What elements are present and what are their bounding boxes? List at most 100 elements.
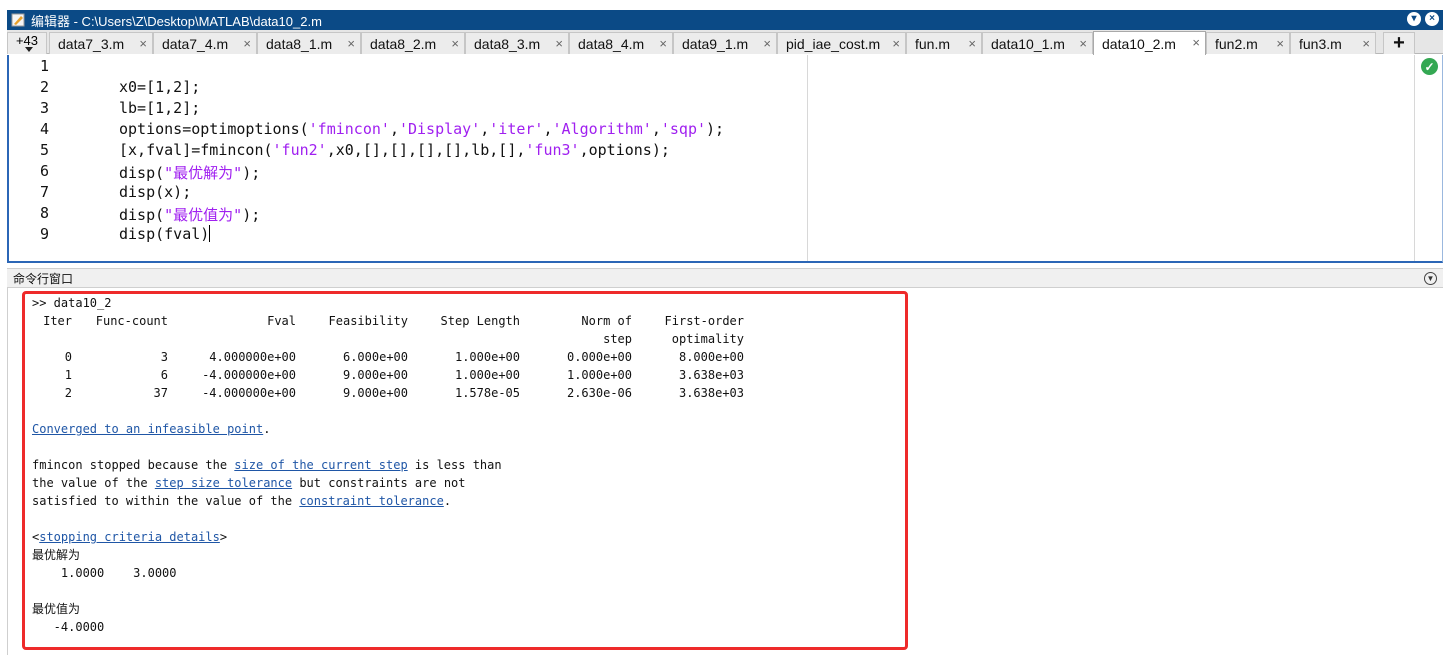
close-tab-icon[interactable]: ×	[451, 36, 459, 51]
code-line: disp("最优解为");	[119, 162, 260, 183]
tab-label: data7_4.m	[162, 35, 229, 52]
code-token: x0=[1,2];	[119, 78, 201, 96]
close-tab-icon[interactable]: ×	[892, 36, 900, 51]
code-token: ,x0,[],[],[],[],lb,[],	[326, 141, 526, 159]
code-line: x0=[1,2];	[119, 78, 200, 96]
code-line: disp(fval)	[119, 225, 211, 243]
chevron-down-icon	[25, 47, 33, 52]
code-token: ,	[543, 120, 553, 138]
tab-data8-4-m[interactable]: data8_4.m ×	[569, 32, 673, 54]
tab-label: data8_3.m	[474, 35, 541, 52]
line-number: 8	[39, 204, 49, 222]
string-literal: 'sqp'	[660, 120, 707, 138]
tab-label: pid_iae_cost.m	[786, 35, 881, 52]
highlight-box	[22, 291, 908, 650]
close-tab-icon[interactable]: ×	[243, 36, 251, 51]
close-tab-icon[interactable]: ×	[555, 36, 563, 51]
close-tab-icon[interactable]: ×	[139, 36, 147, 51]
tab-label: fun.m	[915, 35, 951, 52]
line-number-gutter: 1 2 3 4 5 6 7 8 9	[9, 55, 59, 261]
text-cursor	[209, 225, 211, 242]
tab-data10-2-m[interactable]: data10_2.m ×	[1093, 31, 1206, 55]
line-number: 5	[39, 141, 49, 159]
code-line: options=optimoptions('fmincon','Display'…	[119, 120, 724, 138]
code-token: lb=[1,2];	[119, 99, 201, 117]
tab-label: data7_3.m	[58, 35, 125, 52]
tab-data10-1-m[interactable]: data10_1.m ×	[982, 32, 1093, 54]
command-window-title: 命令行窗口	[13, 271, 74, 286]
code-token: ,options);	[579, 141, 670, 159]
code-editor[interactable]: 1 2 3 4 5 6 7 8 9 ✓ x0=[1,2]; lb=[1,2]; options=op…	[7, 55, 1443, 263]
code-token: disp(fval)	[119, 225, 210, 243]
tab-label: fun3.m	[1299, 35, 1342, 52]
string-literal: "最优解为"	[164, 164, 243, 182]
tab-label: data10_1.m	[991, 35, 1065, 52]
more-tabs-button[interactable]: +43	[7, 32, 47, 54]
tab-data8-1-m[interactable]: data8_1.m ×	[257, 32, 361, 54]
code-line: lb=[1,2];	[119, 99, 200, 117]
code-token: );	[242, 164, 261, 182]
string-literal: 'Algorithm'	[552, 120, 652, 138]
file-tab-strip: +43 + data7_3.m × data7_4.m × data8_1.m × data…	[7, 30, 1443, 55]
tab-fun3-m[interactable]: fun3.m ×	[1290, 32, 1376, 54]
tab-label: data10_2.m	[1102, 35, 1176, 52]
line-number: 2	[39, 78, 49, 96]
tab-fun-m[interactable]: fun.m ×	[906, 32, 982, 54]
code-token: ,	[480, 120, 490, 138]
string-literal: 'iter'	[489, 120, 544, 138]
editor-actions-icon[interactable]: ▾	[1407, 12, 1421, 26]
code-token: );	[242, 206, 261, 224]
close-tab-icon[interactable]: ×	[1276, 36, 1284, 51]
tab-label: fun2.m	[1215, 35, 1258, 52]
more-tabs-label: +43	[15, 33, 39, 48]
string-literal: 'fun3'	[525, 141, 580, 159]
code-analyzer-ok-icon[interactable]: ✓	[1421, 58, 1438, 75]
close-icon[interactable]: ×	[1425, 12, 1439, 26]
editor-title-bar: 编辑器 - C:\Users\Z\Desktop\MATLAB\data10_2…	[7, 10, 1443, 30]
code-token: options=optimoptions(	[119, 120, 309, 138]
tab-pid-iae-cost-m[interactable]: pid_iae_cost.m ×	[777, 32, 906, 54]
line-number: 1	[39, 57, 49, 75]
command-window-actions-icon[interactable]: ▼	[1424, 272, 1437, 285]
close-tab-icon[interactable]: ×	[1192, 35, 1200, 50]
close-tab-icon[interactable]: ×	[763, 36, 771, 51]
command-window-header: 命令行窗口 ▼	[7, 268, 1443, 288]
right-margin-line	[807, 55, 808, 261]
code-line: disp("最优值为");	[119, 204, 260, 225]
tab-label: data8_2.m	[370, 35, 437, 52]
code-token: disp(	[119, 206, 165, 224]
string-literal: 'fmincon'	[308, 120, 390, 138]
tab-data7-3-m[interactable]: data7_3.m ×	[49, 32, 153, 54]
tab-label: data9_1.m	[682, 35, 749, 52]
line-number: 9	[39, 225, 49, 243]
close-tab-icon[interactable]: ×	[347, 36, 355, 51]
tab-label: data8_1.m	[266, 35, 333, 52]
code-token: [x,fval]=fmincon(	[119, 141, 273, 159]
new-tab-button[interactable]: +	[1383, 32, 1415, 54]
code-token: ,	[651, 120, 661, 138]
editor-title: 编辑器 - C:\Users\Z\Desktop\MATLAB\data10_2…	[31, 13, 322, 29]
editor-scroll-divider	[1414, 55, 1415, 261]
line-number: 4	[39, 120, 49, 138]
code-line: disp(x);	[119, 183, 191, 201]
string-literal: 'Display'	[398, 120, 481, 138]
tab-label: data8_4.m	[578, 35, 645, 52]
code-token: ,	[389, 120, 399, 138]
close-tab-icon[interactable]: ×	[1079, 36, 1087, 51]
line-number: 7	[39, 183, 49, 201]
close-tab-icon[interactable]: ×	[659, 36, 667, 51]
string-literal: "最优值为"	[164, 206, 243, 224]
tab-data8-2-m[interactable]: data8_2.m ×	[361, 32, 465, 54]
string-literal: 'fun2'	[272, 141, 327, 159]
tab-data8-3-m[interactable]: data8_3.m ×	[465, 32, 569, 54]
editor-icon	[11, 13, 25, 27]
close-tab-icon[interactable]: ×	[968, 36, 976, 51]
code-token: disp(	[119, 164, 165, 182]
line-number: 6	[39, 162, 49, 180]
code-line: [x,fval]=fmincon('fun2',x0,[],[],[],[],l…	[119, 141, 670, 159]
line-number: 3	[39, 99, 49, 117]
close-tab-icon[interactable]: ×	[1362, 36, 1370, 51]
tab-fun2-m[interactable]: fun2.m ×	[1206, 32, 1290, 54]
tab-data7-4-m[interactable]: data7_4.m ×	[153, 32, 257, 54]
tab-data9-1-m[interactable]: data9_1.m ×	[673, 32, 777, 54]
